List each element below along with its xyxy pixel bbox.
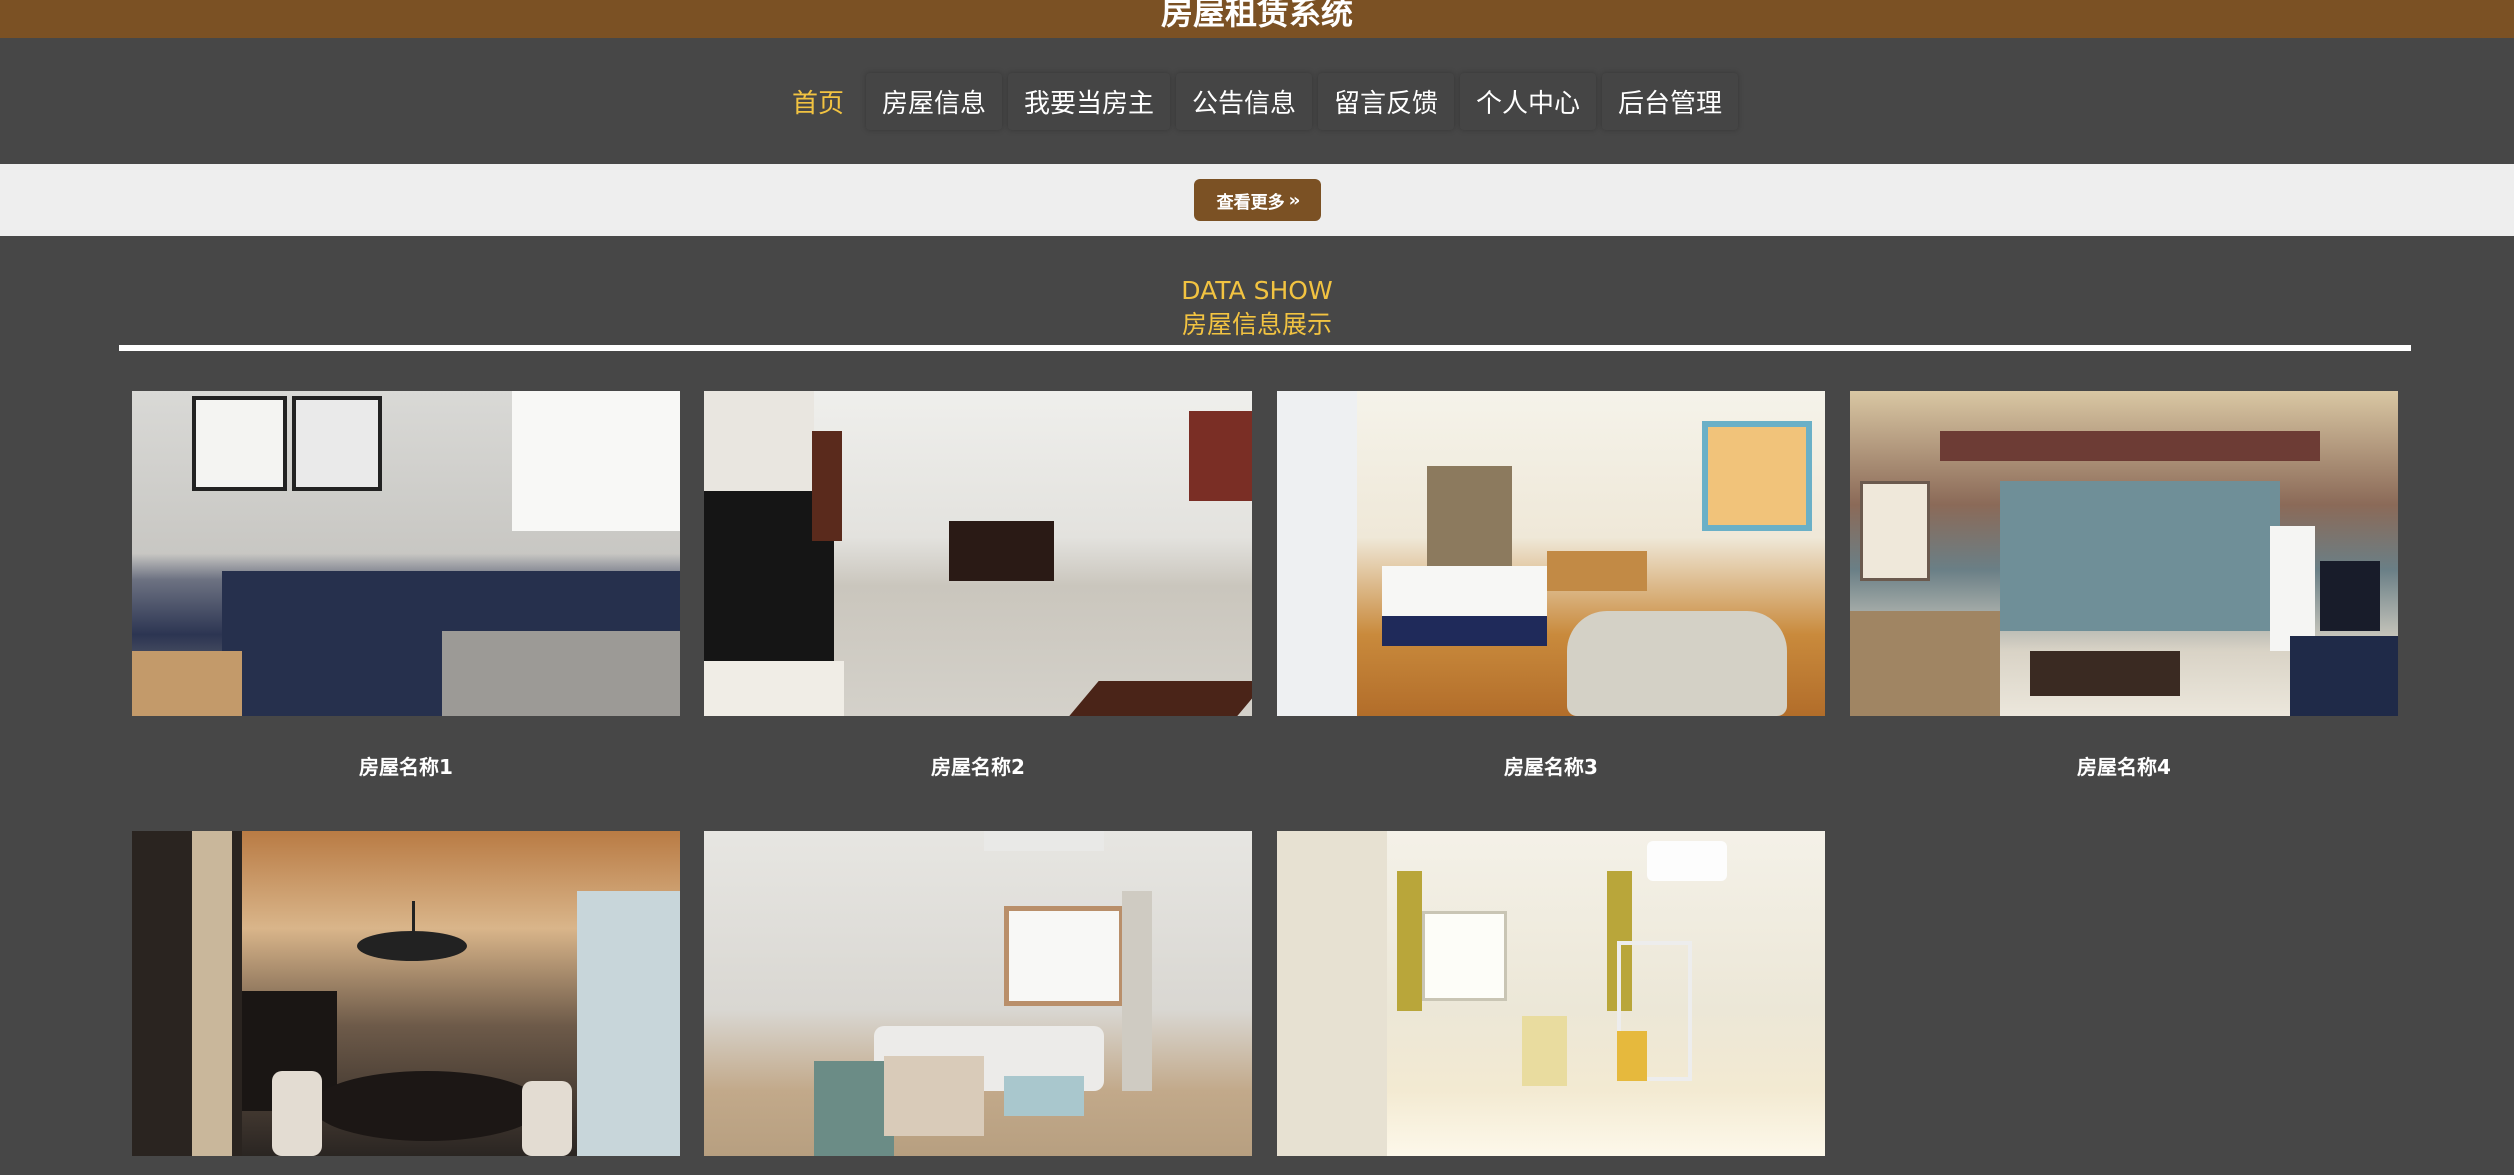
house-photo-dining-chandelier[interactable]: [132, 831, 680, 1156]
nav-item-feedback[interactable]: 留言反馈: [1318, 72, 1455, 130]
nav-item-house-info[interactable]: 房屋信息: [865, 72, 1002, 130]
top-header-bar: 房屋租赁系统: [0, 0, 2514, 38]
house-card-4[interactable]: 房屋名称4: [1850, 391, 2398, 779]
house-card-5[interactable]: [132, 831, 680, 1156]
house-name[interactable]: 房屋名称1: [132, 751, 680, 780]
double-chevron-right-icon: ››: [1288, 189, 1301, 211]
house-name[interactable]: 房屋名称3: [1277, 751, 1825, 780]
nav-item-become-landlord[interactable]: 我要当房主: [1007, 72, 1170, 130]
house-photo-bedroom[interactable]: [132, 391, 680, 716]
house-card-2[interactable]: 房屋名称2: [704, 391, 1252, 779]
nav-item-personal-center[interactable]: 个人中心: [1460, 72, 1597, 130]
house-photo-living-sofa[interactable]: [704, 831, 1252, 1156]
view-more-button[interactable]: 查看更多 ››: [1193, 179, 1321, 221]
house-name[interactable]: 房屋名称2: [704, 751, 1252, 780]
nav-item-home[interactable]: 首页: [776, 73, 860, 130]
house-card-7[interactable]: [1277, 831, 1825, 1156]
house-photo-hotel-room[interactable]: [1277, 391, 1825, 716]
house-photo-dining-room[interactable]: [704, 391, 1252, 716]
house-card-1[interactable]: 房屋名称1: [132, 391, 680, 779]
house-photo-living-room[interactable]: [1850, 391, 2398, 716]
section-title-en: DATA SHOW: [1181, 276, 1333, 305]
house-photo-study-room[interactable]: [1277, 831, 1825, 1156]
nav-item-admin[interactable]: 后台管理: [1602, 72, 1739, 130]
house-name[interactable]: 房屋名称4: [1850, 751, 2398, 780]
section-divider: [119, 345, 2411, 351]
site-title: 房屋租赁系统: [1160, 0, 1353, 32]
section-title-cn: 房屋信息展示: [1181, 310, 1332, 339]
more-bar: 查看更多 ››: [0, 164, 2514, 236]
view-more-label: 查看更多: [1216, 192, 1285, 213]
main-nav: 首页 房屋信息 我要当房主 公告信息 留言反馈 个人中心 后台管理: [0, 38, 2514, 164]
house-card-3[interactable]: 房屋名称3: [1277, 391, 1825, 779]
nav-item-announcements[interactable]: 公告信息: [1175, 72, 1312, 130]
house-card-6[interactable]: [704, 831, 1252, 1156]
section-heading: DATA SHOW 房屋信息展示: [0, 274, 2514, 342]
